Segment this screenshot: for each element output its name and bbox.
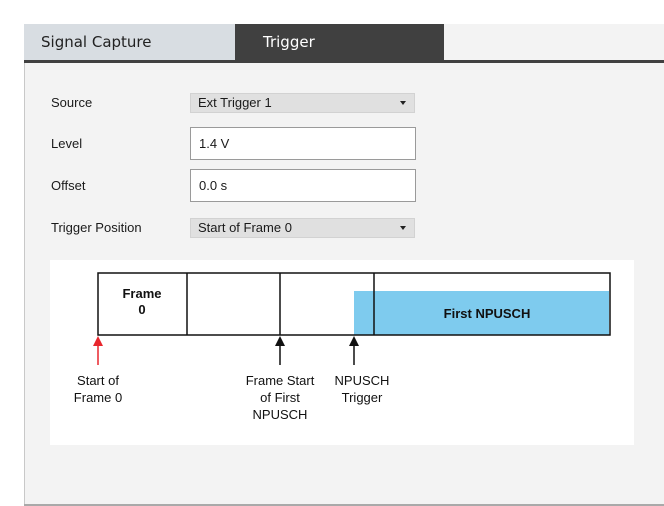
offset-input[interactable]: 0.0 s [190,169,416,202]
start-of-frame-text: Start of [77,373,119,388]
frame-start-text: NPUSCH [253,407,308,422]
tab-bar: Signal Capture Trigger [24,24,664,63]
source-value: Ext Trigger 1 [198,95,272,110]
frame-0-label: Frame [122,286,161,301]
npusch-trigger-text: Trigger [342,390,383,405]
trigger-position-diagram: Frame 0 First NPUSCH Start of Frame 0 Fr… [50,260,634,445]
dropdown-arrow-icon [400,226,406,230]
start-of-frame-text: Frame 0 [74,390,122,405]
level-label: Level [51,136,83,151]
panel-border [24,63,25,506]
npusch-trigger-text: NPUSCH [335,373,390,388]
npusch-trigger-arrow-icon [349,336,359,365]
trigger-position-value: Start of Frame 0 [198,220,292,235]
frame-start-text: of First [260,390,300,405]
start-of-frame-arrow-icon [93,336,103,365]
offset-label: Offset [51,178,86,193]
dropdown-arrow-icon [400,101,406,105]
trigger-position-dropdown[interactable]: Start of Frame 0 [190,218,415,238]
first-npusch-label: First NPUSCH [444,306,531,321]
frame-0-number: 0 [138,302,145,317]
tab-trigger[interactable]: Trigger [235,24,444,60]
trigger-position-label: Trigger Position [51,220,142,235]
source-label: Source [51,95,93,110]
tab-underline [24,60,664,63]
trigger-settings-panel: Signal Capture Trigger Source Ext Trigge… [24,24,664,506]
trigger-diagram-svg: Frame 0 First NPUSCH Start of Frame 0 Fr… [74,272,611,422]
source-dropdown[interactable]: Ext Trigger 1 [190,93,415,113]
frame-start-arrow-icon [275,336,285,365]
tab-signal-capture[interactable]: Signal Capture [24,24,235,60]
frame-start-text: Frame Start [246,373,315,388]
level-input[interactable]: 1.4 V [190,127,416,160]
